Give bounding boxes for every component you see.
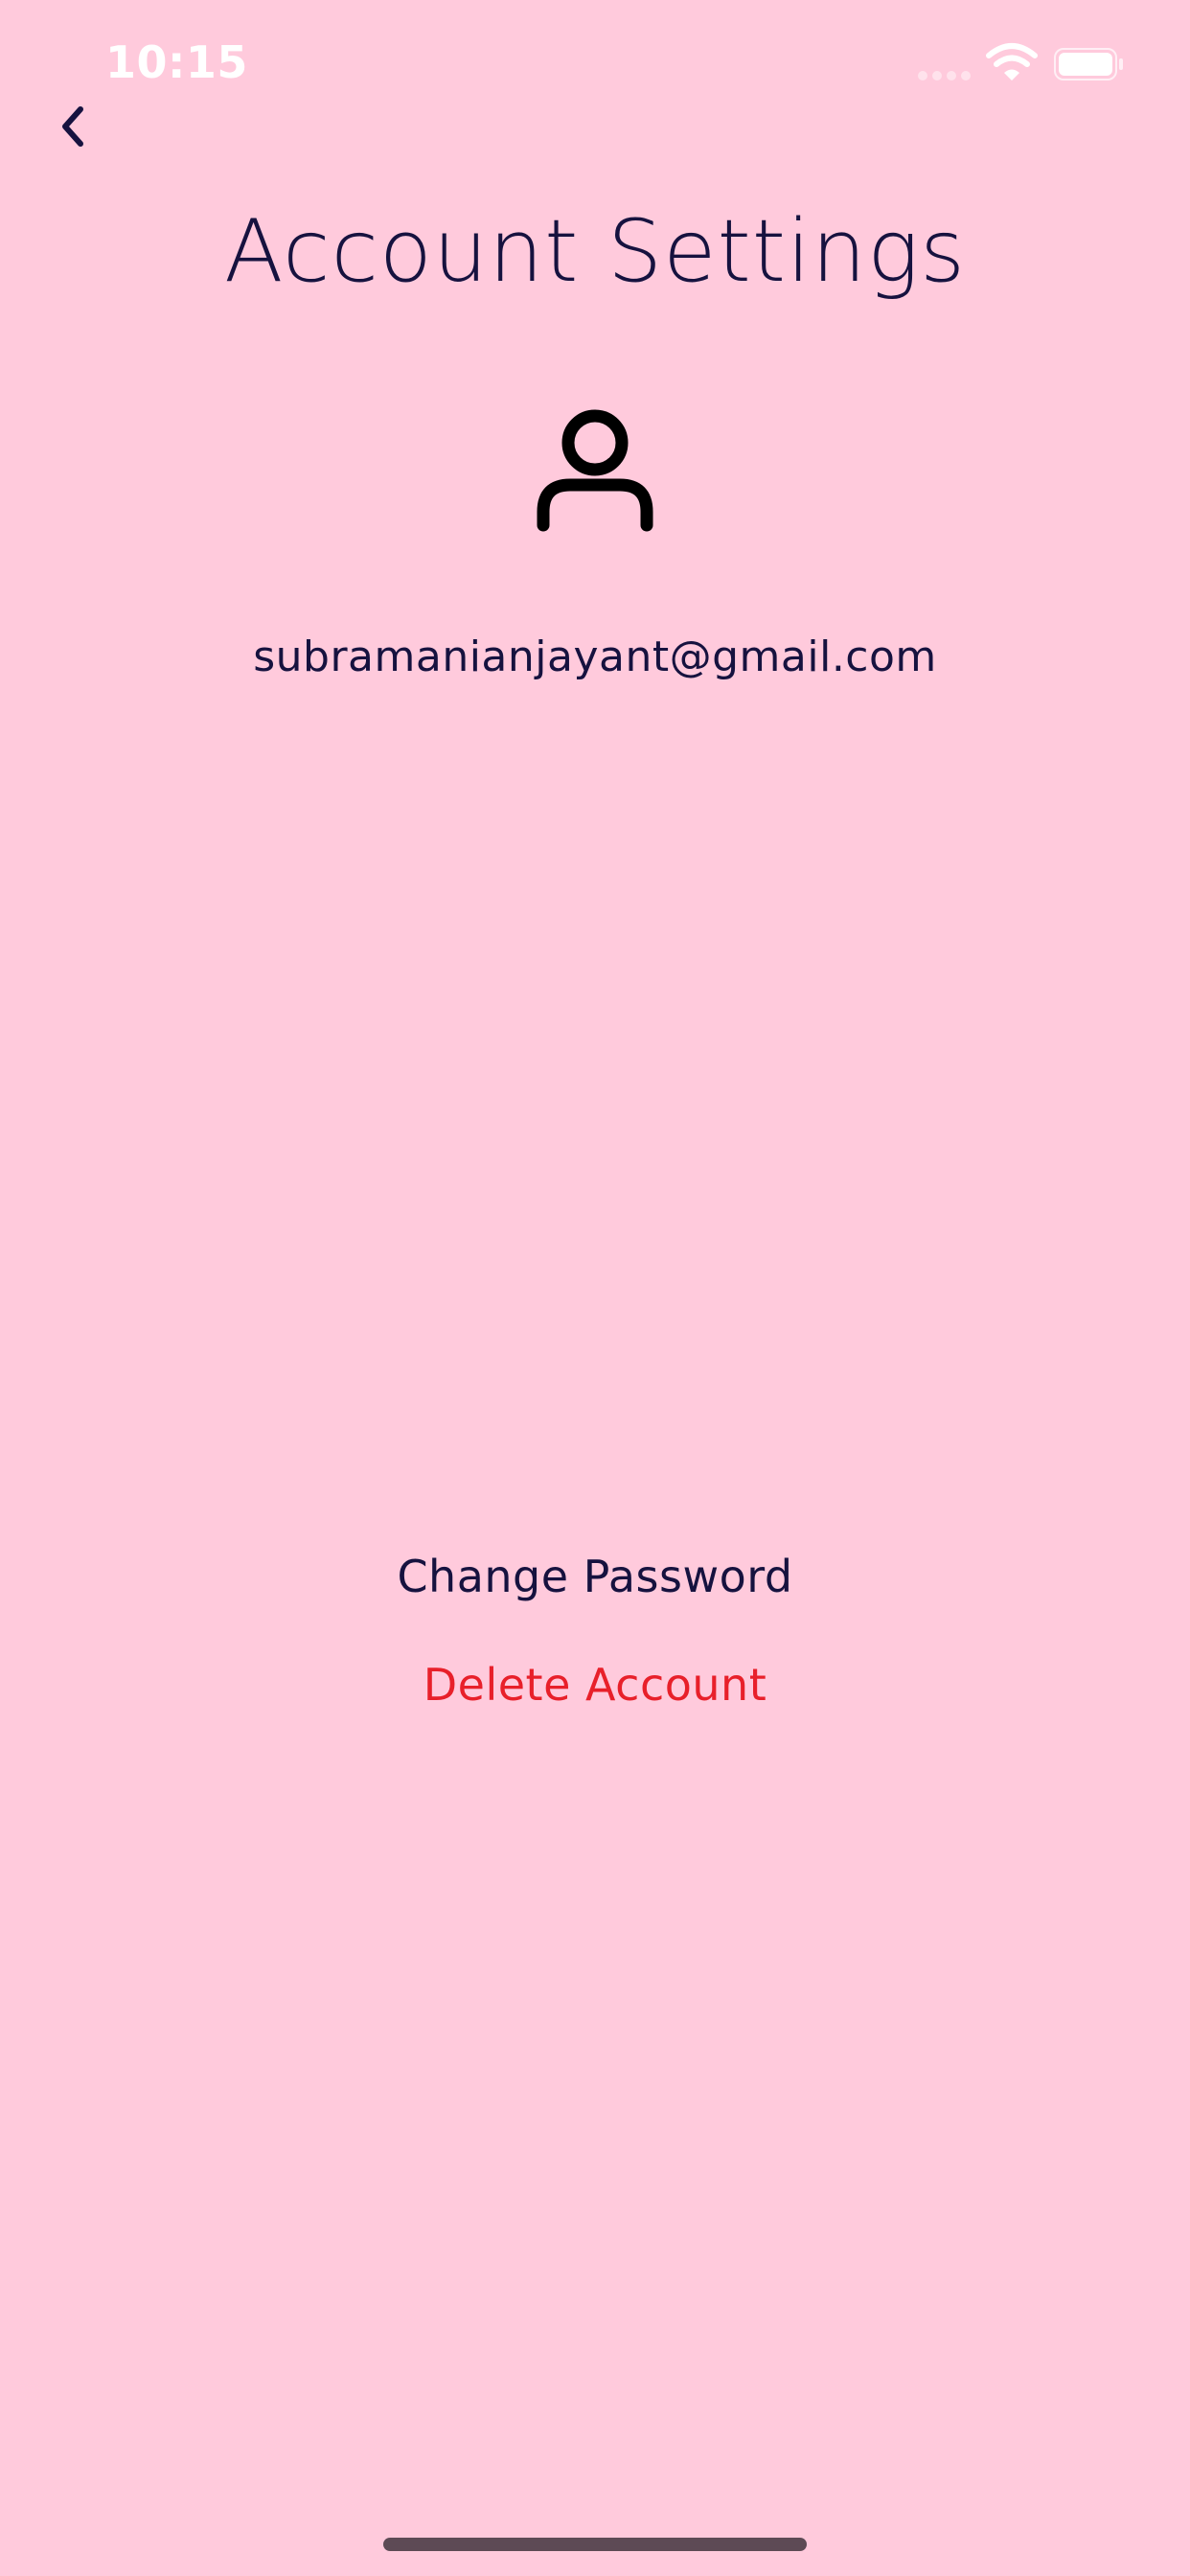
page-title: Account Settings: [223, 201, 966, 302]
account-email: subramanianjayant@gmail.com: [253, 632, 937, 681]
battery-icon: [1054, 48, 1123, 80]
cellular-signal-icon: [918, 71, 972, 82]
status-bar: 10:15: [0, 0, 1190, 126]
status-time: 10:15: [105, 36, 248, 88]
back-button[interactable]: [42, 92, 103, 161]
user-icon: [537, 409, 653, 532]
chevron-left-icon: [62, 106, 83, 147]
wifi-icon: [986, 43, 1038, 80]
change-password-button[interactable]: Change Password: [0, 1551, 1190, 1602]
home-indicator[interactable]: [383, 2538, 807, 2551]
delete-account-button[interactable]: Delete Account: [0, 1659, 1190, 1711]
